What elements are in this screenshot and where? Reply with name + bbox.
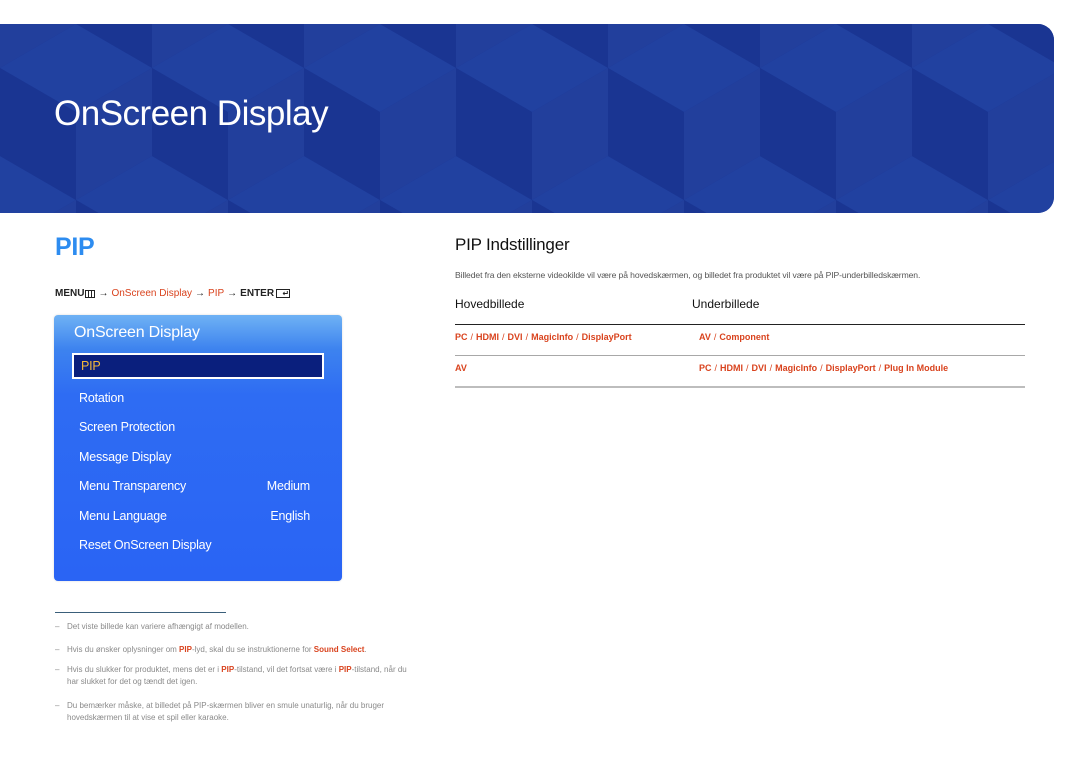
separator: / — [714, 363, 718, 373]
separator: / — [878, 363, 882, 373]
source-name: Component — [719, 332, 770, 342]
menu-label: MENU — [55, 288, 85, 299]
onscreen-display-menu-panel: OnScreen Display PIP Rotation Screen Pro… — [54, 315, 342, 581]
separator: / — [746, 363, 749, 373]
footnote-divider — [55, 612, 226, 613]
separator: / — [470, 332, 474, 342]
footnote-3: – Hvis du slukker for produktet, mens de… — [55, 664, 415, 688]
enter-label: ENTER — [240, 288, 275, 299]
osd-menu-item-label: Screen Protection — [79, 420, 175, 434]
osd-menu-item-value: English — [270, 509, 310, 523]
menu-path-step-pip: PIP — [208, 288, 225, 299]
source-name: Plug In Module — [884, 363, 949, 373]
osd-menu-item-label: Message Display — [79, 450, 172, 464]
osd-menu-title: OnScreen Display — [74, 324, 200, 341]
enter-icon: ↵ — [276, 289, 291, 298]
osd-menu-item-screen-protection[interactable]: Screen Protection — [72, 414, 324, 440]
footnote-text: . — [364, 645, 367, 654]
sub-picture-sources: PC / HDMI / DVI / MagicInfo / DisplayPort / Plug I… — [699, 363, 948, 373]
main-picture-sources: AV — [455, 363, 467, 373]
dash-bullet: – — [55, 701, 60, 710]
footnote-1: – Det viste billede kan variere afhængig… — [55, 621, 415, 633]
separator: / — [820, 363, 823, 373]
osd-menu-item-label: Rotation — [79, 391, 124, 405]
source-name: DisplayPort — [825, 363, 876, 373]
dash-bullet: – — [55, 645, 60, 654]
table-row: PC / HDMI / DVI / MagicInfo / DisplayPort AV / Com… — [455, 325, 1025, 356]
pip-keyword: PIP — [221, 665, 235, 674]
osd-menu-item-message-display[interactable]: Message Display — [72, 444, 324, 470]
footnote-2: – Hvis du ønsker oplysninger om PIP-lyd,… — [55, 644, 415, 656]
osd-menu-item-label: Reset OnScreen Display — [79, 538, 212, 552]
pip-keyword: PIP — [338, 665, 352, 674]
arrow-icon: → — [195, 288, 206, 299]
separator: / — [525, 332, 529, 342]
osd-menu-item-pip[interactable]: PIP — [72, 353, 324, 379]
table-header-row: Hovedbillede Underbillede — [455, 297, 1025, 325]
dash-bullet: – — [55, 622, 60, 631]
osd-menu-item-reset-onscreen-display[interactable]: Reset OnScreen Display — [72, 532, 324, 558]
menu-icon — [85, 289, 96, 298]
osd-menu-item-rotation[interactable]: Rotation — [72, 385, 324, 411]
osd-menu-item-label: Menu Transparency — [79, 479, 187, 493]
dash-bullet: – — [55, 665, 60, 674]
source-name: MagicInfo — [775, 363, 818, 373]
osd-menu-item-value: Medium — [266, 479, 310, 493]
footnote-text: Hvis du ønsker oplysninger om — [67, 645, 180, 654]
table-row: AV PC / HDMI / DVI / MagicInfo / DisplayPort / Plu… — [455, 356, 1025, 388]
footnote-text: Du bemærker måske, at billedet på PIP-sk… — [67, 701, 385, 722]
header-banner: OnScreen Display — [0, 24, 1054, 213]
osd-menu-item-menu-language[interactable]: Menu Language English — [72, 503, 324, 529]
source-name: AV — [455, 363, 467, 373]
source-name: MagicInfo — [531, 332, 574, 342]
footnote-text: -tilstand, vil det fortsat være i — [234, 665, 339, 674]
arrow-icon: → — [227, 288, 238, 299]
osd-menu-item-label: PIP — [81, 359, 101, 373]
footnote-4: – Du bemærker måske, at billedet på PIP-… — [55, 700, 415, 724]
source-name: DisplayPort — [581, 332, 632, 342]
menu-path-step-onscreen-display: OnScreen Display — [111, 288, 193, 299]
menu-path-breadcrumb: MENU → OnScreen Display → PIP → ENTER ↵ — [55, 288, 291, 299]
arrow-icon: → — [98, 288, 109, 299]
separator: / — [576, 332, 579, 342]
column-header-sub-picture: Underbillede — [692, 297, 760, 311]
source-name: PC — [699, 363, 712, 373]
separator: / — [713, 332, 717, 342]
pip-keyword: PIP — [179, 645, 192, 654]
pip-settings-title: PIP Indstillinger — [455, 235, 570, 254]
osd-menu-item-label: Menu Language — [79, 509, 167, 523]
main-picture-sources: PC / HDMI / DVI / MagicInfo / DisplayPort — [455, 332, 632, 342]
source-name: DVI — [507, 332, 523, 342]
column-header-main-picture: Hovedbillede — [455, 297, 525, 311]
footnote-text: Det viste billede kan variere afhængigt … — [67, 622, 249, 631]
separator: / — [769, 363, 773, 373]
source-name: DVI — [751, 363, 767, 373]
pip-source-table: Hovedbillede Underbillede PC / HDMI / DVI / Ma… — [455, 297, 1025, 388]
sound-select-keyword: Sound Select — [313, 645, 365, 654]
source-name: AV — [699, 332, 711, 342]
osd-menu-item-menu-transparency[interactable]: Menu Transparency Medium — [72, 473, 324, 499]
source-name: PC — [455, 332, 468, 342]
pip-settings-description: Billedet fra den eksterne videokilde vil… — [455, 270, 921, 280]
sub-picture-sources: AV / Component — [699, 332, 769, 342]
source-name: HDMI — [476, 332, 500, 342]
page-title: OnScreen Display — [54, 94, 329, 133]
section-heading-pip: PIP — [55, 233, 95, 261]
source-name: HDMI — [720, 363, 744, 373]
footnote-text: -lyd, skal du se instruktionerne for — [191, 645, 314, 654]
separator: / — [502, 332, 505, 342]
footnote-text: Hvis du slukker for produktet, mens det … — [67, 665, 222, 674]
